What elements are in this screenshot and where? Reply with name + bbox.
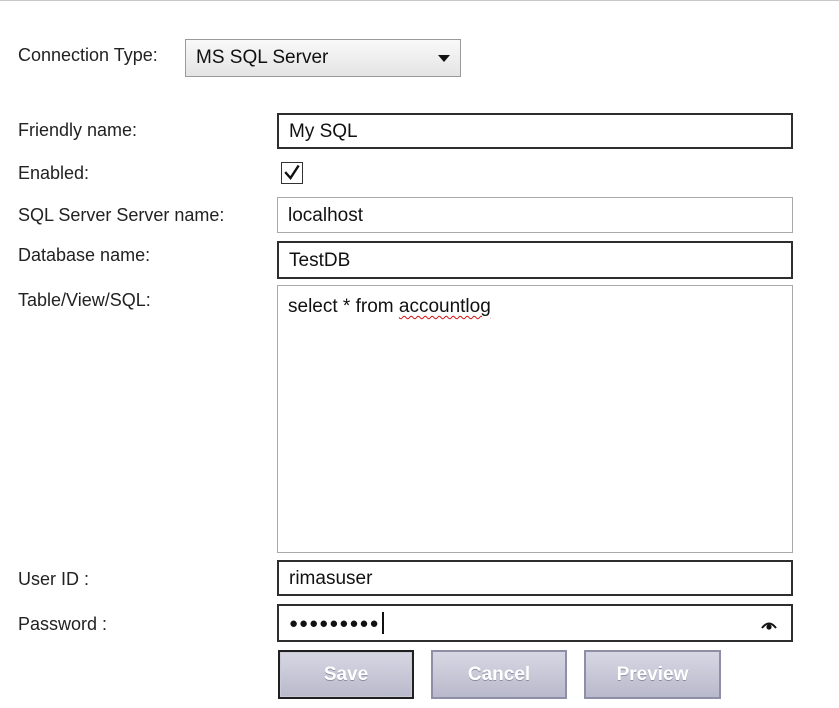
friendly-name-input[interactable]: My SQL [277, 113, 793, 149]
server-name-input[interactable]: localhost [277, 197, 793, 233]
chevron-down-icon [438, 55, 450, 62]
table-sql-prefix: select * from [288, 296, 399, 317]
check-icon [284, 164, 300, 180]
enabled-label: Enabled: [18, 163, 90, 183]
save-button[interactable]: Save [278, 650, 414, 699]
connection-type-value: MS SQL Server [196, 47, 329, 68]
password-masked-value: ●●●●●●●●● [289, 614, 380, 632]
database-name-label: Database name: [18, 245, 151, 265]
friendly-name-value: My SQL [289, 120, 358, 142]
server-name-value: localhost [288, 204, 363, 226]
user-id-input[interactable]: rimasuser [277, 560, 793, 596]
cancel-button[interactable]: Cancel [431, 650, 567, 699]
table-sql-label: Table/View/SQL: [18, 290, 151, 310]
user-id-value: rimasuser [289, 567, 373, 589]
text-caret [381, 612, 384, 634]
user-id-label: User ID : [18, 569, 90, 589]
friendly-name-label: Friendly name: [18, 120, 138, 140]
connection-type-select[interactable]: MS SQL Server [185, 39, 461, 77]
password-input[interactable]: ●●●●●●●●● [277, 604, 793, 642]
table-sql-misspelled-word: accountlog [398, 296, 491, 317]
connection-type-label: Connection Type: [18, 45, 158, 65]
top-divider [0, 0, 839, 1]
eye-icon[interactable] [761, 620, 777, 630]
table-sql-textarea[interactable]: select * from accountlog [277, 285, 793, 553]
enabled-checkbox[interactable] [281, 162, 303, 184]
database-name-value: TestDB [289, 249, 351, 271]
password-label: Password : [18, 614, 108, 634]
preview-button[interactable]: Preview [584, 650, 721, 699]
database-name-input[interactable]: TestDB [277, 241, 793, 279]
server-name-label: SQL Server Server name: [18, 205, 225, 225]
